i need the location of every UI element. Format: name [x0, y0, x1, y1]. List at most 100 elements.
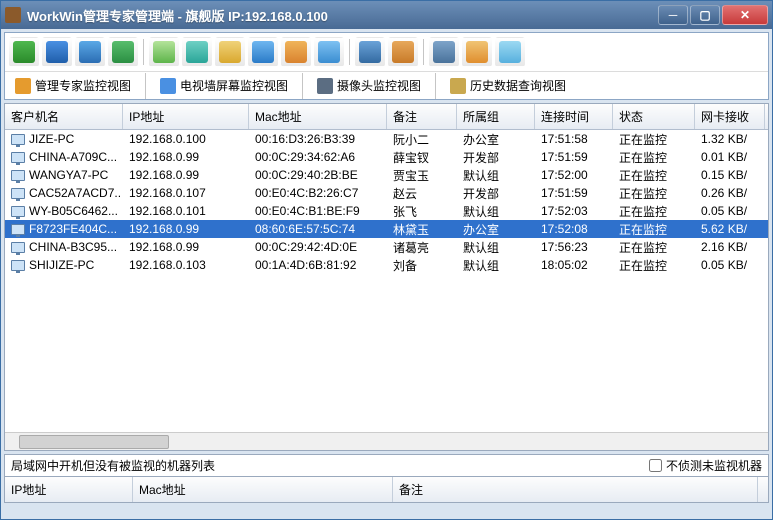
- scrollbar-thumb[interactable]: [19, 435, 169, 449]
- tab-expert-view-icon[interactable]: 管理专家监控视图: [9, 75, 137, 96]
- tools-icon[interactable]: [388, 37, 418, 67]
- cell-ip: 192.168.0.101: [123, 203, 249, 219]
- col-remark[interactable]: 备注: [387, 104, 457, 129]
- browser-icon-glyph: [285, 41, 307, 63]
- cell-rx: 0.26 KB/: [695, 185, 765, 201]
- col-status[interactable]: 状态: [613, 104, 695, 129]
- cell-mac: 00:16:D3:26:B3:39: [249, 131, 387, 147]
- page-green-icon[interactable]: [149, 37, 179, 67]
- camera-view-icon: [317, 78, 333, 94]
- unmonitored-label: 局域网中开机但没有被监视的机器列表: [11, 457, 649, 474]
- cell-remark: 贾宝玉: [387, 166, 457, 185]
- monitor-icon: [11, 224, 25, 235]
- cell-ip: 192.168.0.100: [123, 131, 249, 147]
- cell-remark: 诸葛亮: [387, 238, 457, 257]
- tab-history-view-icon[interactable]: 历史数据查询视图: [444, 75, 572, 96]
- person-icon[interactable]: [462, 37, 492, 67]
- no-detect-checkbox-input[interactable]: [649, 459, 662, 472]
- cell-time: 18:05:02: [535, 257, 613, 273]
- tab-camera-view-icon[interactable]: 摄像头监控视图: [311, 75, 427, 96]
- main-panel: 管理专家监控视图 电视墙屏幕监控视图 摄像头监控视图历史数据查询视图: [4, 32, 769, 100]
- cell-name: WY-B05C6462...: [5, 203, 123, 219]
- cell-time: 17:51:59: [535, 149, 613, 165]
- monitor-icon: [11, 134, 25, 145]
- tab-label: 管理专家监控视图: [35, 77, 131, 94]
- no-detect-checkbox-label: 不侦测未监视机器: [666, 457, 762, 474]
- cell-status: 正在监控: [613, 130, 695, 149]
- cell-group: 办公室: [457, 130, 535, 149]
- table-row[interactable]: WY-B05C6462...192.168.0.10100:E0:4C:B1:B…: [5, 202, 768, 220]
- tab-separator: [145, 73, 146, 99]
- col-ip[interactable]: IP地址: [123, 104, 249, 129]
- globe-icon-glyph: [252, 41, 274, 63]
- camera-icon-glyph: [112, 41, 134, 63]
- page-teal-icon[interactable]: [182, 37, 212, 67]
- table-row[interactable]: WANGYA7-PC192.168.0.9900:0C:29:40:2B:BE贾…: [5, 166, 768, 184]
- search-icon-glyph: [318, 41, 340, 63]
- table-row[interactable]: CHINA-B3C95...192.168.0.9900:0C:29:42:4D…: [5, 238, 768, 256]
- maximize-button[interactable]: ▢: [690, 5, 720, 25]
- cell-remark: 薛宝钗: [387, 148, 457, 167]
- search-icon[interactable]: [314, 37, 344, 67]
- person-icon-glyph: [466, 41, 488, 63]
- monitor-icon: [11, 242, 25, 253]
- cell-remark: 阮小二: [387, 130, 457, 149]
- screens-icon[interactable]: [42, 37, 72, 67]
- tab-label: 电视墙屏幕监控视图: [180, 77, 288, 94]
- cell-rx: 0.01 KB/: [695, 149, 765, 165]
- bcol-ip[interactable]: IP地址: [5, 477, 133, 502]
- grid-header: 客户机名 IP地址 Mac地址 备注 所属组 连接时间 状态 网卡接收: [5, 104, 768, 130]
- cell-status: 正在监控: [613, 256, 695, 275]
- desktop-icon[interactable]: [9, 37, 39, 67]
- table-row[interactable]: JIZE-PC192.168.0.10000:16:D3:26:B3:39阮小二…: [5, 130, 768, 148]
- col-group[interactable]: 所属组: [457, 104, 535, 129]
- toolbar-separator: [423, 39, 424, 65]
- col-rx[interactable]: 网卡接收: [695, 104, 765, 129]
- monitor-icon: [11, 206, 25, 217]
- cell-status: 正在监控: [613, 166, 695, 185]
- no-detect-checkbox[interactable]: 不侦测未监视机器: [649, 457, 762, 474]
- cell-group: 默认组: [457, 202, 535, 221]
- browser-icon[interactable]: [281, 37, 311, 67]
- col-client-name[interactable]: 客户机名: [5, 104, 123, 129]
- bcol-mac[interactable]: Mac地址: [133, 477, 393, 502]
- main-toolbar: [5, 33, 768, 71]
- table-row[interactable]: F8723FE404C...192.168.0.9908:60:6E:57:5C…: [5, 220, 768, 238]
- col-mac[interactable]: Mac地址: [249, 104, 387, 129]
- page-green-icon-glyph: [153, 41, 175, 63]
- minimize-button[interactable]: ─: [658, 5, 688, 25]
- table-row[interactable]: CHINA-A709C...192.168.0.9900:0C:29:34:62…: [5, 148, 768, 166]
- clipboard-icon-glyph: [219, 41, 241, 63]
- window-title: WorkWin管理专家管理端 - 旗舰版 IP:192.168.0.100: [27, 6, 656, 25]
- tab-tvwall-view-icon[interactable]: 电视墙屏幕监控视图: [154, 75, 294, 96]
- table-row[interactable]: SHIJIZE-PC192.168.0.10300:1A:4D:6B:81:92…: [5, 256, 768, 274]
- horizontal-scrollbar[interactable]: [5, 432, 768, 450]
- skin-icon-glyph: [499, 41, 521, 63]
- cell-mac: 00:0C:29:34:62:A6: [249, 149, 387, 165]
- skin-icon[interactable]: [495, 37, 525, 67]
- cell-ip: 192.168.0.103: [123, 257, 249, 273]
- bottom-header: 局域网中开机但没有被监视的机器列表 不侦测未监视机器: [4, 454, 769, 476]
- cell-ip: 192.168.0.107: [123, 185, 249, 201]
- clipboard-icon[interactable]: [215, 37, 245, 67]
- cell-name: SHIJIZE-PC: [5, 257, 123, 273]
- cell-group: 办公室: [457, 220, 535, 239]
- monitor-icon[interactable]: [75, 37, 105, 67]
- globe-icon[interactable]: [248, 37, 278, 67]
- monitor-icon: [11, 260, 25, 271]
- view-tabbar: 管理专家监控视图 电视墙屏幕监控视图 摄像头监控视图历史数据查询视图: [5, 71, 768, 99]
- tv-icon[interactable]: [355, 37, 385, 67]
- desktop-icon-glyph: [13, 41, 35, 63]
- cell-mac: 00:0C:29:40:2B:BE: [249, 167, 387, 183]
- close-button[interactable]: ✕: [722, 5, 768, 25]
- cell-rx: 0.05 KB/: [695, 257, 765, 273]
- cell-remark: 刘备: [387, 256, 457, 275]
- tab-separator: [435, 73, 436, 99]
- disk-icon[interactable]: [429, 37, 459, 67]
- camera-icon[interactable]: [108, 37, 138, 67]
- col-time[interactable]: 连接时间: [535, 104, 613, 129]
- history-view-icon: [450, 78, 466, 94]
- table-row[interactable]: CAC52A7ACD7...192.168.0.10700:E0:4C:B2:2…: [5, 184, 768, 202]
- screens-icon-glyph: [46, 41, 68, 63]
- bcol-remark[interactable]: 备注: [393, 477, 758, 502]
